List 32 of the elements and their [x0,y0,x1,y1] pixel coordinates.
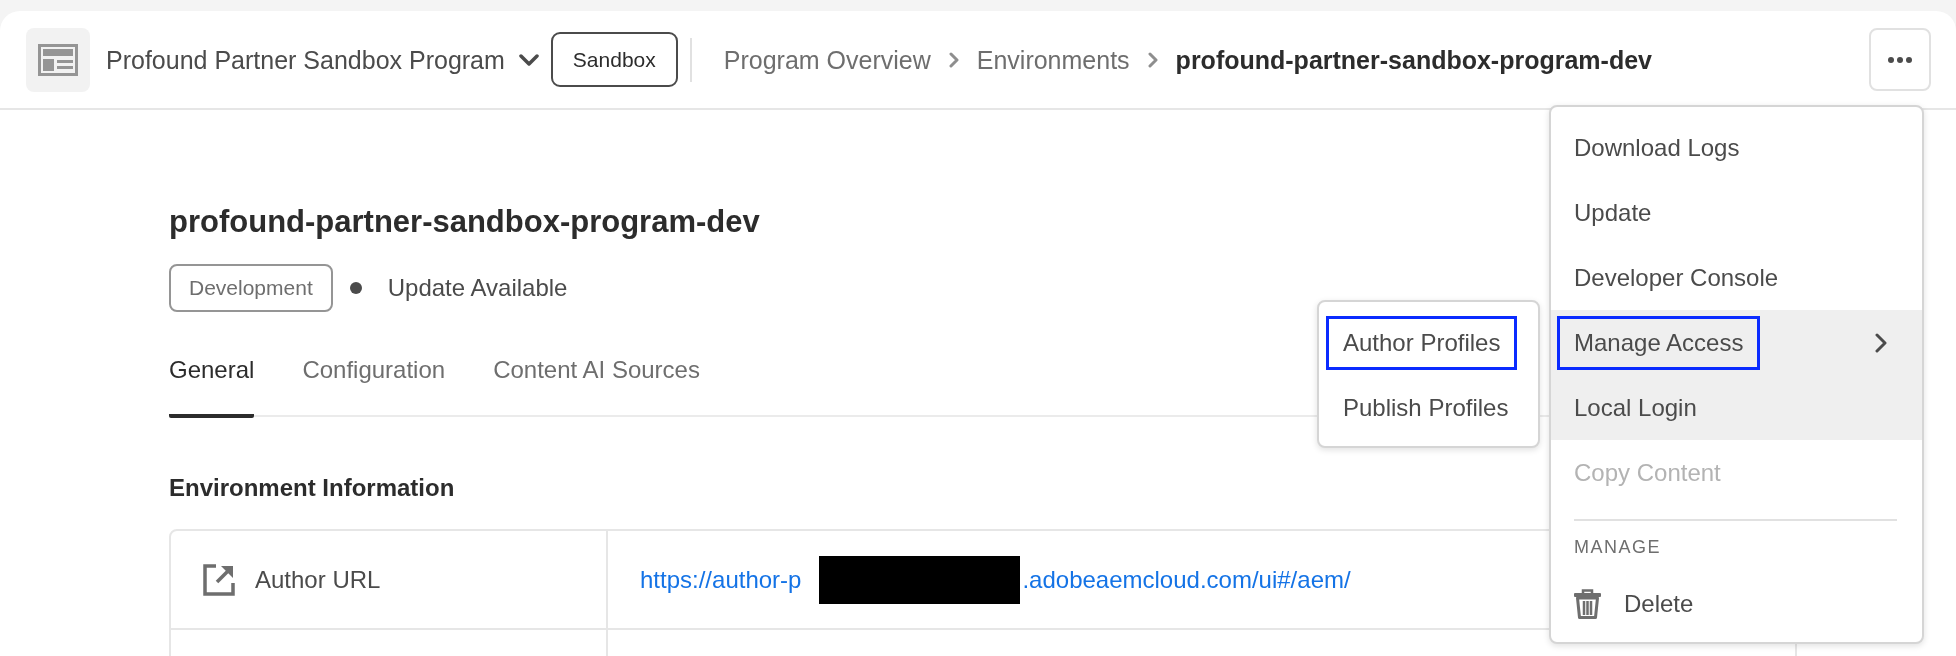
status-dot-icon [349,282,362,294]
tab[interactable]: General [169,342,255,418]
menu-item[interactable]: Manage Access [1551,310,1922,375]
menu-section-heading: MANAGE [1574,536,1661,559]
environment-type-tag: Development [169,264,333,312]
chevron-right-icon [1147,51,1158,68]
environment-title: profound-partner-sandbox-program-dev [169,203,760,241]
breadcrumb-link[interactable]: Program Overview [723,43,931,76]
chevron-right-icon [948,51,959,68]
breadcrumb-link[interactable]: Environments [976,43,1130,76]
menu-item[interactable]: Update [1551,180,1922,245]
menu-item[interactable]: Developer Console [1551,245,1922,310]
breadcrumb-current: profound-partner-sandbox-program-dev [1175,44,1652,76]
more-button[interactable] [1869,28,1931,91]
chevron-down-icon [518,53,539,66]
row-label: Author URL [255,564,381,595]
external-link-icon [203,563,235,596]
tab[interactable]: Content AI Sources [493,342,700,418]
menu-item[interactable]: Delete [1551,571,1922,636]
program-type-tag: Sandbox [550,32,678,87]
page-layout-icon [26,27,90,92]
program-switcher[interactable]: Profound Partner Sandbox Program [106,43,539,76]
menu-item[interactable]: Download Logs [1551,115,1922,180]
tab[interactable]: Configuration [302,342,446,418]
submenu-item[interactable]: Publish Profiles [1319,375,1538,440]
trash-icon [1574,588,1601,619]
chevron-right-icon [1875,332,1887,353]
menu-item[interactable]: Local Login [1551,375,1922,440]
status-text: Update Available [387,273,568,303]
url-link[interactable]: https://author-p .adobeaemcloud.com/ui#/aem/ [640,555,1351,604]
more-icon [1888,56,1912,63]
section-title: Environment Information [169,473,455,503]
